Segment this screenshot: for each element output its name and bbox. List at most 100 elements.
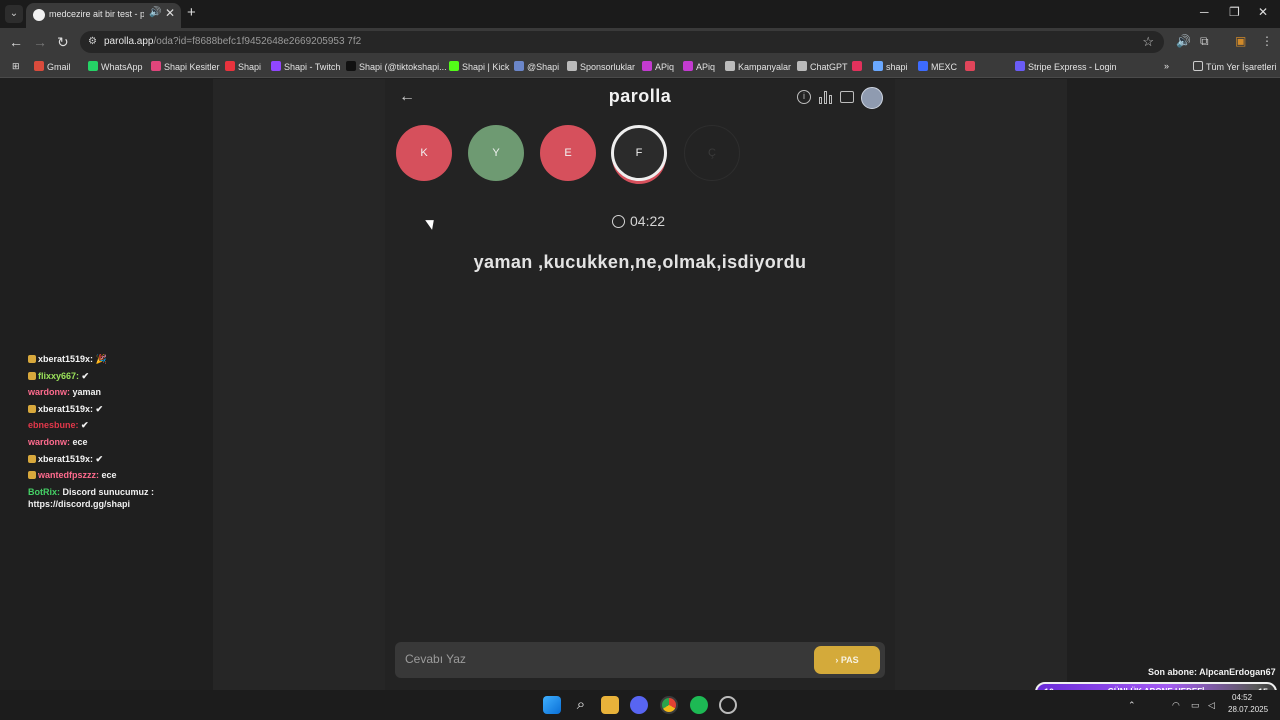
bookmark-label: ChatGPT <box>810 62 848 72</box>
url-host: parolla.app <box>104 36 154 47</box>
url-path: /oda?id=f8688befc1f9452648e2669205953 7f… <box>153 36 362 47</box>
bookmark-item[interactable]: Sponsorluklar <box>567 61 635 72</box>
wifi-icon[interactable]: ◠ <box>1172 700 1180 711</box>
bookmark-label: Shapi (@tiktokshapi... <box>359 62 447 72</box>
tray-chevron-icon[interactable]: ⌃ <box>1128 700 1136 711</box>
bookmark-item[interactable]: APiq <box>683 61 715 72</box>
search-icon[interactable]: ⌕ <box>572 696 590 714</box>
back-icon[interactable]: ← <box>9 34 23 50</box>
bookmark-item[interactable]: Shapi (@tiktokshapi... <box>346 61 447 72</box>
chat-message: wardonw: yaman <box>28 384 208 401</box>
chat-text: ece <box>99 470 117 481</box>
tab-favicon-icon <box>33 9 45 21</box>
windows-start-icon[interactable] <box>543 696 561 714</box>
chat-text: yaman <box>70 387 102 398</box>
leaderboard-icon[interactable] <box>819 91 833 104</box>
bookmark-star-icon[interactable]: ☆ <box>1142 34 1154 50</box>
chat-username: wantedfpszzz <box>38 470 97 481</box>
app-icon[interactable] <box>719 696 737 714</box>
back-arrow-icon[interactable]: ← <box>399 88 415 106</box>
minimize-icon[interactable]: ─ <box>1200 5 1209 19</box>
all-bookmarks-label: Tüm Yer İşaretleri <box>1206 62 1277 72</box>
chat-username: wardonw <box>28 436 68 447</box>
tab-strip: ⌄ medcezire ait bir test - parolla 🔊 ✕ +… <box>0 0 1280 28</box>
window-close-icon[interactable]: ✕ <box>1258 5 1268 19</box>
reload-icon[interactable]: ↻ <box>57 34 69 51</box>
info-icon[interactable]: i <box>797 90 811 104</box>
tab-audio-icon[interactable]: 🔊 <box>149 7 161 18</box>
bookmark-item[interactable]: shapi <box>873 61 908 72</box>
chat-icon[interactable] <box>840 91 854 103</box>
letter-bubble-wrong: E <box>540 125 596 181</box>
chat-text: ✔ <box>78 420 89 431</box>
browser-toolbar: ← → ↻ ⚙ parolla.app/oda?id=f8688befc1f94… <box>0 28 1280 56</box>
bookmarks-bar: ⊞ » Tüm Yer İşaretleri Gmail WhatsApp Shap… <box>0 56 1280 78</box>
chat-username: wardonw <box>28 387 68 398</box>
forward-icon[interactable]: → <box>33 34 47 50</box>
more-bookmarks-icon[interactable]: » <box>1164 61 1169 71</box>
bookmark-item[interactable] <box>852 61 865 72</box>
pas-button[interactable]: › PAS <box>814 646 880 674</box>
letter-bubble-correct: Y <box>468 125 524 181</box>
new-tab-button[interactable]: + <box>187 4 196 21</box>
bookmark-item[interactable] <box>965 61 978 72</box>
bookmark-favicon-icon <box>449 61 459 71</box>
avatar[interactable] <box>861 87 883 109</box>
active-tab[interactable]: medcezire ait bir test - parolla 🔊 ✕ <box>26 3 181 28</box>
bookmark-favicon-icon <box>271 61 281 71</box>
chat-text: ✔ <box>93 403 104 414</box>
bookmark-item[interactable]: Shapi Kesitler <box>151 61 220 72</box>
volume-icon[interactable]: ◁ <box>1208 700 1215 711</box>
bookmark-favicon-icon <box>225 61 235 71</box>
bookmark-label: shapi <box>886 62 908 72</box>
extensions-icon[interactable]: ⧉ <box>1200 34 1209 49</box>
chrome-icon[interactable] <box>660 696 678 714</box>
bookmark-label: Shapi - Twitch <box>284 62 341 72</box>
bookmark-favicon-icon <box>1015 61 1025 71</box>
site-info-icon[interactable]: ⚙ <box>88 36 97 47</box>
bookmark-favicon-icon <box>965 61 975 71</box>
restore-icon[interactable]: ❐ <box>1229 5 1240 19</box>
spotify-icon[interactable] <box>690 696 708 714</box>
bookmark-item[interactable]: Shapi <box>225 61 261 72</box>
apps-grid-icon[interactable]: ⊞ <box>12 61 20 72</box>
bookmark-label: Gmail <box>47 62 71 72</box>
answer-input[interactable] <box>405 652 785 666</box>
bookmark-item[interactable]: MEXC <box>918 61 957 72</box>
all-bookmarks-folder[interactable]: Tüm Yer İşaretleri <box>1193 61 1277 72</box>
bookmark-favicon-icon <box>151 61 161 71</box>
bookmark-label: Kampanyalar <box>738 62 792 72</box>
timer-value: 04:22 <box>630 213 666 229</box>
bookmark-item[interactable]: Kampanyalar <box>725 61 791 72</box>
menu-icon[interactable]: ⋮ <box>1261 34 1273 48</box>
chat-text: 🎉 <box>93 354 107 364</box>
audio-control-icon[interactable]: 🔊 <box>1176 34 1191 48</box>
bookmark-item[interactable]: @Shapi <box>514 61 559 72</box>
address-bar[interactable]: ⚙ parolla.app/oda?id=f8688befc1f9452648e… <box>80 31 1164 53</box>
bookmark-favicon-icon <box>852 61 862 71</box>
bookmark-item[interactable]: APiq <box>642 61 674 72</box>
badge-icon <box>28 471 36 480</box>
bookmark-favicon-icon <box>567 61 577 71</box>
bookmark-item[interactable]: Shapi | Kick <box>449 61 509 72</box>
chat-message: flixxy667: ✔ <box>28 368 208 385</box>
bookmark-label: @Shapi <box>527 62 560 72</box>
bookmark-item[interactable]: Gmail <box>34 61 71 72</box>
profile-icon[interactable]: ▣ <box>1235 34 1246 48</box>
display-icon[interactable]: ▭ <box>1191 700 1200 711</box>
bookmark-item[interactable]: ChatGPT <box>797 61 848 72</box>
tab-close-icon[interactable]: ✕ <box>165 6 175 20</box>
last-subscriber: Son abone: AlpcanErdogan67 <box>1148 667 1276 677</box>
bookmark-item[interactable]: Shapi - Twitch <box>271 61 340 72</box>
bookmark-label: WhatsApp <box>101 62 143 72</box>
bookmark-item[interactable]: Stripe Express - Login <box>1015 61 1117 72</box>
bookmark-label: Shapi <box>238 62 262 72</box>
chat-text: ✔ <box>79 370 90 381</box>
badge-icon <box>28 371 36 380</box>
bookmark-item[interactable]: WhatsApp <box>88 61 143 72</box>
file-explorer-icon[interactable] <box>601 696 619 714</box>
bookmark-label: Shapi Kesitler <box>164 62 220 72</box>
tab-search-button[interactable]: ⌄ <box>5 5 23 23</box>
discord-icon[interactable] <box>630 696 648 714</box>
chat-message: xberat1519x: ✔ <box>28 401 208 418</box>
